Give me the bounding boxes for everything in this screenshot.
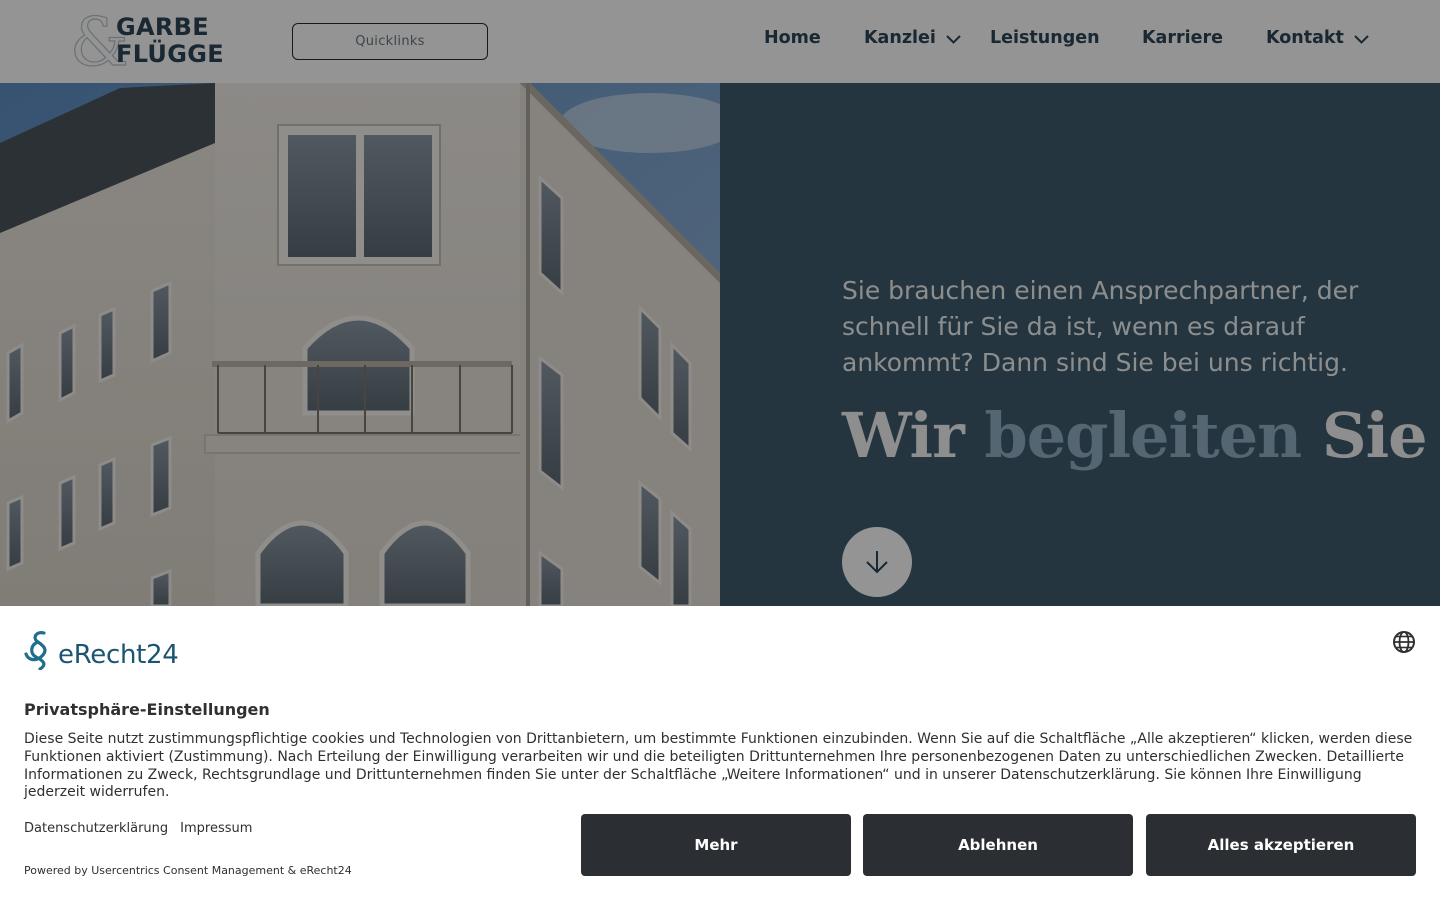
scroll-down-button[interactable]	[842, 527, 912, 597]
hero-intro-text: Sie brauchen einen Ansprechpartner, der …	[842, 276, 1359, 377]
erecht24-logo: eRecht24	[24, 630, 179, 670]
site-header: & GARBE FLÜGGE Quicklinks Home Kanzlei L…	[0, 0, 1440, 83]
accept-all-button[interactable]: Alles akzeptieren	[1146, 814, 1416, 876]
hero-title-part2: Sie	[1321, 399, 1428, 472]
nav-karriere-label: Karriere	[1142, 28, 1223, 48]
paragraph-logo-icon	[24, 631, 47, 670]
imprint-link[interactable]: Impressum	[180, 821, 252, 836]
hero-panel: Sie brauchen einen Ansprechpartner, der …	[720, 83, 1440, 606]
nav-kontakt[interactable]: Kontakt	[1266, 28, 1370, 48]
hero-title-part1: Wir	[842, 399, 965, 472]
nav-kanzlei-label: Kanzlei	[864, 28, 936, 48]
privacy-policy-link[interactable]: Datenschutzerklärung	[24, 821, 168, 836]
hero-title-accent: begleiten	[984, 399, 1302, 472]
consent-description: Diese Seite nutzt zustimmungspflichtige …	[24, 731, 1413, 801]
nav-kanzlei[interactable]: Kanzlei	[864, 28, 962, 48]
logo-line-2: FLÜGGE	[116, 40, 224, 68]
nav-home[interactable]: Home	[764, 28, 821, 48]
consent-links: Datenschutzerklärung Impressum	[24, 821, 252, 836]
consent-title: Privatsphäre-Einstellungen	[24, 700, 270, 719]
site-logo[interactable]: & GARBE FLÜGGE	[69, 9, 230, 76]
nav-leistungen-label: Leistungen	[990, 28, 1100, 48]
chevron-down-icon	[946, 34, 961, 44]
nav-home-label: Home	[764, 28, 821, 48]
logo-line-1: GARBE	[116, 13, 209, 41]
nav-karriere[interactable]: Karriere	[1142, 28, 1223, 48]
arrow-down-icon	[866, 551, 888, 574]
hero-building-photo	[0, 83, 720, 606]
more-button[interactable]: Mehr	[581, 814, 851, 876]
consent-banner: eRecht24 Privatsphäre-Einstellungen Dies…	[0, 606, 1440, 900]
hero-title: Wir begleiten Sie	[842, 399, 1428, 472]
nav-leistungen[interactable]: Leistungen	[990, 28, 1100, 48]
powered-by-text: Powered by Usercentrics Consent Manageme…	[24, 864, 352, 877]
deny-button[interactable]: Ablehnen	[863, 814, 1133, 876]
quicklinks-button[interactable]: Quicklinks	[292, 23, 488, 60]
nav-kontakt-label: Kontakt	[1266, 28, 1344, 48]
globe-icon[interactable]	[1392, 630, 1416, 654]
chevron-down-icon	[1354, 34, 1369, 44]
building-illustration	[0, 83, 720, 606]
erecht24-logo-text: eRecht24	[58, 640, 179, 670]
